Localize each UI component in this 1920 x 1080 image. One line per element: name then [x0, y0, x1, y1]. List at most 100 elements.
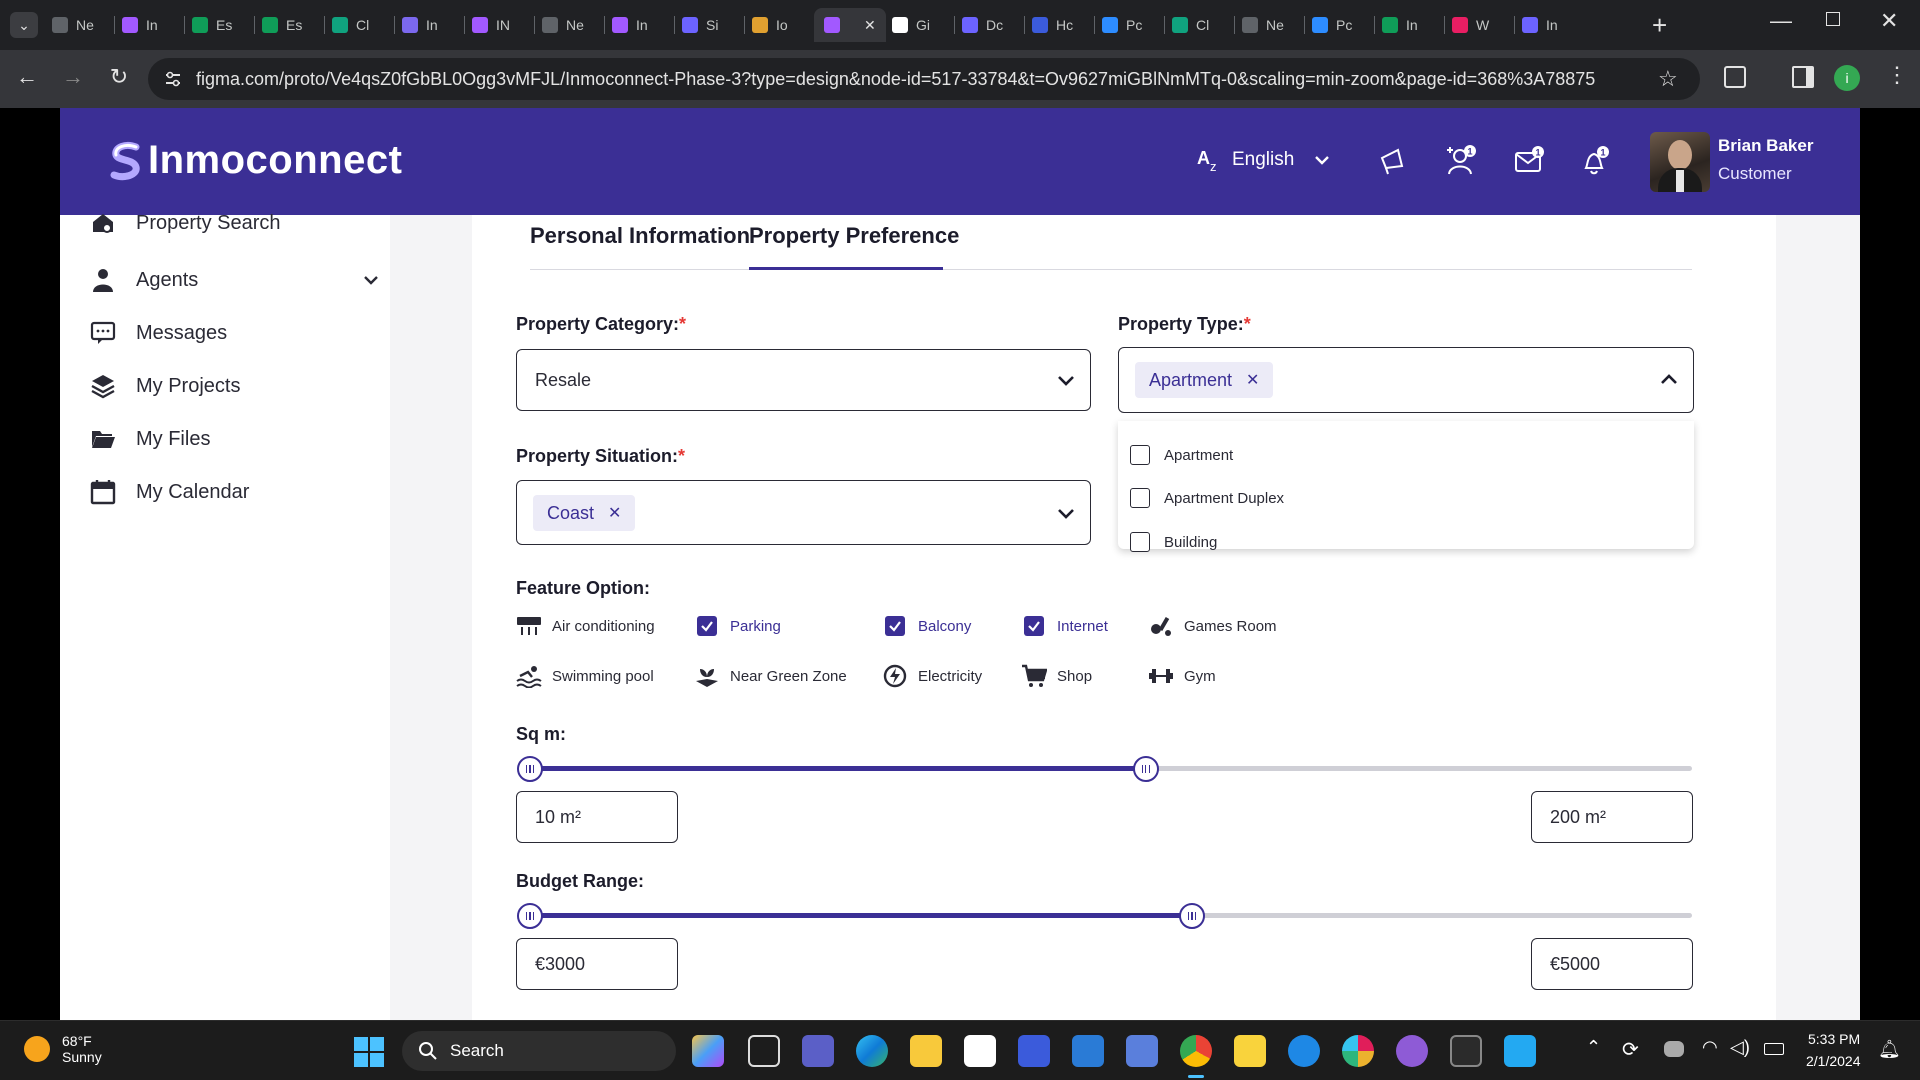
browser-tab[interactable]: Si [682, 8, 718, 42]
sqm-min-input[interactable]: 10 m² [516, 791, 678, 843]
taskbar-search[interactable]: Search [402, 1031, 676, 1071]
browser-tab[interactable]: In [402, 8, 438, 42]
profile-avatar[interactable]: i [1834, 65, 1860, 91]
tab-personal-information[interactable]: Personal Information [530, 223, 750, 249]
app-icon[interactable] [1018, 1035, 1050, 1067]
megaphone-icon[interactable] [1376, 144, 1410, 178]
checkbox-checked[interactable] [1024, 616, 1044, 636]
browser-tab[interactable]: Ne [542, 8, 584, 42]
sidebar-item-agents[interactable]: Agents [90, 260, 380, 300]
new-tab-button[interactable]: + [1652, 10, 1667, 41]
property-situation-select[interactable]: Coast ✕ [516, 480, 1091, 545]
restore-button[interactable] [1826, 12, 1840, 26]
browser-menu-icon[interactable]: ⋮ [1886, 62, 1908, 88]
brand-logo[interactable]: Inmoconnect [108, 138, 402, 183]
browser-tab[interactable]: Es [262, 8, 302, 42]
forward-button[interactable]: → [58, 64, 88, 90]
browser-tab[interactable]: In [1522, 8, 1558, 42]
omnibox[interactable]: figma.com/proto/Ve4qsZ0fGbBL0Ogg3vMFJL/I… [148, 58, 1700, 100]
feature-gym[interactable]: Gym [1148, 662, 1216, 690]
chevron-down-icon[interactable] [362, 271, 380, 289]
tab-list-button[interactable]: ⌄ [10, 12, 38, 38]
sidebar-item-messages[interactable]: Messages [90, 313, 227, 353]
clock-date[interactable]: 2/1/2024 [1806, 1053, 1861, 1069]
tray-app-icon[interactable] [1664, 1041, 1684, 1057]
clock-time[interactable]: 5:33 PM [1808, 1031, 1860, 1047]
close-window-button[interactable]: ✕ [1880, 8, 1898, 34]
option-apartment[interactable]: Apartment [1130, 443, 1233, 467]
vscode-icon[interactable] [1504, 1035, 1536, 1067]
browser-tab[interactable]: Io [752, 8, 788, 42]
browser-tab[interactable]: IN [472, 8, 510, 42]
url-text[interactable]: figma.com/proto/Ve4qsZ0fGbBL0Ogg3vMFJL/I… [196, 69, 1595, 90]
option-building[interactable]: Building [1130, 530, 1217, 554]
chrome-icon[interactable] [1180, 1035, 1212, 1067]
start-button[interactable] [354, 1037, 384, 1067]
bell-icon[interactable]: 1 [1578, 144, 1612, 178]
volume-icon[interactable]: ◁) [1730, 1037, 1750, 1058]
browser-tab[interactable]: Cl [332, 8, 369, 42]
store-icon[interactable] [964, 1035, 996, 1067]
browser-tab[interactable]: Ne [1242, 8, 1284, 42]
feature-shop[interactable]: Shop [1021, 662, 1092, 690]
close-tab-icon[interactable]: ✕ [864, 17, 876, 34]
slack-icon[interactable] [1342, 1035, 1374, 1067]
remove-chip-icon[interactable]: ✕ [608, 503, 621, 523]
copilot-icon[interactable] [692, 1035, 724, 1067]
bookmark-star-icon[interactable]: ☆ [1658, 66, 1678, 92]
budget-max-input[interactable]: €5000 [1531, 938, 1693, 990]
budget-min-handle[interactable] [517, 903, 543, 929]
sidebar-item-projects[interactable]: My Projects [90, 366, 240, 406]
terminal-icon[interactable] [1450, 1035, 1482, 1067]
extensions-icon[interactable] [1724, 66, 1746, 88]
checkbox-checked[interactable] [885, 616, 905, 636]
browser-tab[interactable]: In [612, 8, 648, 42]
feature-swimming-pool[interactable]: Swimming pool [516, 662, 654, 690]
feature-near-green-zone[interactable]: Near Green Zone [694, 662, 847, 690]
sync-icon[interactable]: ⟳ [1622, 1037, 1639, 1062]
app-icon[interactable] [1288, 1035, 1320, 1067]
sqm-max-input[interactable]: 200 m² [1531, 791, 1693, 843]
browser-tab[interactable]: Hc [1032, 8, 1073, 42]
language-selector[interactable]: A z English [1196, 146, 1332, 174]
teams-icon[interactable] [802, 1035, 834, 1067]
minimize-button[interactable]: — [1770, 8, 1792, 34]
checkbox-checked[interactable] [697, 616, 717, 636]
reload-button[interactable]: ↻ [104, 64, 134, 90]
browser-tab[interactable]: Gi [892, 8, 930, 42]
browser-tab[interactable]: Ne [52, 8, 94, 42]
feature-parking[interactable]: Parking [694, 612, 781, 640]
mail-icon[interactable] [1072, 1035, 1104, 1067]
sidebar-item-calendar[interactable]: My Calendar [90, 472, 249, 512]
add-agent-icon[interactable]: 1 [1444, 144, 1478, 178]
browser-tab[interactable]: W [1452, 8, 1489, 42]
github-desktop-icon[interactable] [1396, 1035, 1428, 1067]
sticky-notes-icon[interactable] [1234, 1035, 1266, 1067]
sqm-max-handle[interactable] [1132, 756, 1159, 782]
checkbox[interactable] [1130, 532, 1150, 552]
task-view-icon[interactable] [748, 1035, 780, 1067]
tab-property-preference[interactable]: Property Preference [749, 223, 959, 249]
sidebar-item-property-search[interactable]: Property Search [90, 203, 281, 243]
browser-tab[interactable]: ✕ [814, 8, 886, 42]
browser-tab[interactable]: In [122, 8, 158, 42]
back-button[interactable]: ← [12, 64, 42, 90]
checkbox[interactable] [1130, 488, 1150, 508]
browser-tab[interactable]: Cl [1172, 8, 1209, 42]
side-panel-icon[interactable] [1792, 66, 1814, 88]
browser-tab[interactable]: In [1382, 8, 1418, 42]
battery-icon[interactable] [1764, 1043, 1784, 1055]
checkbox[interactable] [1130, 445, 1150, 465]
avatar[interactable] [1650, 132, 1710, 192]
site-info-icon[interactable] [164, 70, 182, 88]
budget-min-input[interactable]: €3000 [516, 938, 678, 990]
mail-icon[interactable]: 1 [1512, 144, 1546, 178]
property-type-select[interactable]: Apartment ✕ [1118, 347, 1694, 413]
browser-tab[interactable]: Pc [1312, 8, 1352, 42]
sqm-min-handle[interactable] [517, 756, 543, 782]
weather-widget[interactable]: 68°F Sunny [24, 1033, 102, 1065]
option-apartment-duplex[interactable]: Apartment Duplex [1130, 486, 1284, 510]
feature-electricity[interactable]: Electricity [882, 662, 982, 690]
feature-balcony[interactable]: Balcony [882, 612, 971, 640]
user-name[interactable]: Brian Baker [1718, 136, 1813, 156]
